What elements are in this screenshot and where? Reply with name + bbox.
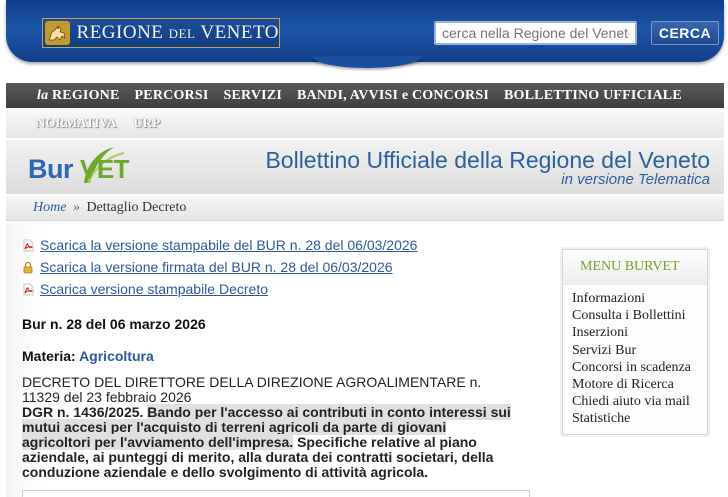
menu-item-informazioni[interactable]: Informazioni: [572, 290, 691, 307]
materia-line: Materia: Agricoltura: [22, 348, 154, 364]
menu-item-concorsi[interactable]: Concorsi in scadenza: [572, 359, 691, 376]
nav-item-normativa[interactable]: NORMATIVA: [36, 115, 116, 131]
menu-item-consulta-bollettini[interactable]: Consulta i Bollettini: [572, 307, 691, 324]
download-bur-signed: Scarica la versione firmata del BUR n. 2…: [22, 259, 393, 275]
decree-body: DGR n. 1436/2025. Bando per l'accesso ai…: [22, 404, 517, 480]
bur-issue-heading: Bur n. 28 del 06 marzo 2026: [22, 316, 206, 332]
document-box: [22, 490, 530, 497]
breadcrumb-home-link[interactable]: Home: [33, 200, 66, 215]
nav-item-servizi[interactable]: SERVIZI: [223, 88, 282, 104]
download-decree-printable: Scarica versione stampabile Decreto: [22, 281, 268, 297]
nav-item-bollettino[interactable]: BOLLETTINO UFFICIALE: [504, 88, 682, 104]
breadcrumb: Home » Dettaglio Decreto: [6, 196, 724, 221]
logo-veneto: VENETO: [195, 22, 279, 43]
menu-title: MENU BURVET: [563, 250, 707, 285]
decree-description: DECRETO DEL DIRETTORE DELLA DIREZIONE AG…: [22, 375, 517, 480]
burvet-banner: Bur VET Bollettino Ufficiale della Regio…: [6, 140, 724, 194]
search-button[interactable]: CERCA: [651, 21, 719, 45]
menu-item-inserzioni[interactable]: Inserzioni: [572, 324, 691, 341]
regione-veneto-logo[interactable]: REGIONE DEL VENETO: [42, 18, 280, 48]
burvet-menu: MENU BURVET Informazioni Consulta i Boll…: [562, 249, 708, 435]
breadcrumb-current: Dettaglio Decreto: [86, 200, 187, 215]
download-decree-printable-link[interactable]: Scarica versione stampabile Decreto: [40, 281, 268, 297]
logo-text: REGIONE DEL VENETO: [77, 22, 279, 44]
menu-item-chiedi-aiuto[interactable]: Chiedi aiuto via mail: [572, 393, 691, 410]
breadcrumb-separator: »: [72, 200, 80, 215]
search-input[interactable]: [434, 21, 637, 45]
logo-regione: REGIONE: [76, 22, 169, 43]
menu-item-servizi-bur[interactable]: Servizi Bur: [572, 342, 691, 359]
nav-item-prefix: la: [37, 87, 49, 103]
pdf-icon: [22, 283, 34, 296]
lion-of-st-mark-icon: [45, 21, 70, 45]
decree-title: DECRETO DEL DIRETTORE DELLA DIREZIONE AG…: [22, 374, 482, 405]
menu-item-statistiche[interactable]: Statistiche: [572, 410, 691, 427]
decree-number: DGR n. 1436/2025.: [22, 404, 148, 420]
nav-item-regione[interactable]: la REGIONE: [37, 88, 120, 104]
nav-item-label: REGIONE: [48, 87, 120, 103]
banner-title: Bollettino Ufficiale della Regione del V…: [265, 147, 710, 173]
menu-list: Informazioni Consulta i Bollettini Inser…: [572, 290, 691, 428]
burvet-logo-vet: VET: [80, 154, 130, 184]
main-navigation: la REGIONE PERCORSI SERVIZI BANDI, AVVIS…: [6, 83, 724, 108]
materia-value: Agricoltura: [79, 348, 154, 364]
burvet-logo-bur: Bur: [28, 154, 74, 184]
download-bur-printable-link[interactable]: Scarica la versione stampabile del BUR n…: [40, 237, 417, 253]
logo-del: DEL: [168, 26, 196, 41]
nav-item-percorsi[interactable]: PERCORSI: [135, 88, 209, 104]
lock-icon: [22, 261, 34, 274]
pdf-icon: [22, 239, 34, 252]
main-content: Scarica la versione stampabile del BUR n…: [6, 224, 546, 497]
banner-subtitle: in versione Telematica: [561, 171, 710, 188]
burvet-logo[interactable]: Bur VET: [28, 143, 134, 191]
materia-label: Materia:: [22, 348, 80, 364]
header-notch: [312, 56, 422, 68]
nav-item-urp[interactable]: URP: [133, 115, 160, 131]
nav-item-bandi[interactable]: BANDI, AVVISI e CONCORSI: [297, 88, 489, 104]
menu-item-motore-ricerca[interactable]: Motore di Ricerca: [572, 376, 691, 393]
download-bur-printable: Scarica la versione stampabile del BUR n…: [22, 237, 417, 253]
download-bur-signed-link[interactable]: Scarica la versione firmata del BUR n. 2…: [40, 259, 393, 275]
secondary-navigation: NORMATIVA URP: [6, 108, 724, 138]
site-header: REGIONE DEL VENETO CERCA: [6, 0, 724, 62]
